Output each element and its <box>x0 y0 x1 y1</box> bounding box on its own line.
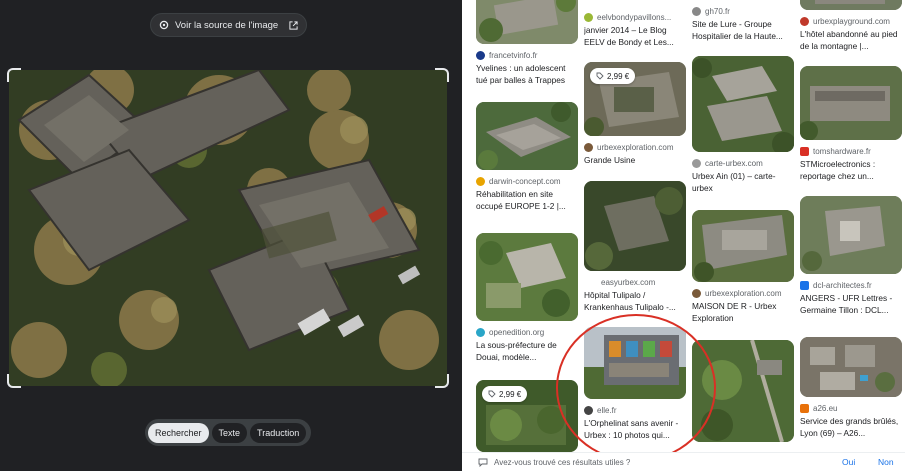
result-source: openedition.org <box>489 327 545 337</box>
result-thumbnail[interactable] <box>476 102 578 170</box>
lens-icon <box>159 20 169 30</box>
source-favicon <box>584 405 593 415</box>
result-source: elle.fr <box>597 405 617 415</box>
result-thumbnail[interactable] <box>584 327 686 399</box>
feedback-yes-button[interactable]: Oui <box>842 457 855 467</box>
result-card[interactable]: openedition.org La sous-préfecture de Do… <box>476 233 578 363</box>
result-source: gh70.fr <box>705 6 730 16</box>
result-card[interactable]: eelvbondypavillons... janvier 2014 – Le … <box>584 0 686 48</box>
view-source-label: Voir la source de l'image <box>175 19 279 31</box>
crop-handle-bottom-left[interactable] <box>7 374 21 388</box>
result-source: tomshardware.fr <box>813 146 871 156</box>
result-thumbnail[interactable] <box>692 56 794 152</box>
result-source: easyurbex.com <box>601 277 656 287</box>
mode-text-button[interactable]: Texte <box>211 422 248 443</box>
feedback-question: Avez-vous trouvé ces résultats utiles ? <box>494 457 631 467</box>
source-favicon <box>800 403 809 413</box>
result-thumbnail[interactable] <box>800 337 902 397</box>
result-source: carte-urbex.com <box>705 158 763 168</box>
source-favicon <box>476 327 485 337</box>
image-preview-panel: Voir la source de l'image Rechercher Tex… <box>0 0 462 471</box>
source-favicon <box>800 280 809 290</box>
price-tag-icon <box>488 390 496 398</box>
result-thumbnail[interactable] <box>692 340 794 442</box>
price-tag-icon <box>596 72 604 80</box>
result-card[interactable]: urbexexploration.com MAISON DE R - Urbex… <box>692 210 794 324</box>
view-source-button[interactable]: Voir la source de l'image <box>150 13 307 37</box>
result-thumbnail[interactable] <box>800 0 902 10</box>
feedback-no-button[interactable]: Non <box>878 457 894 467</box>
source-favicon <box>800 146 809 156</box>
result-source: urbexexploration.com <box>597 142 674 152</box>
price-badge: 2,99 € <box>590 68 636 84</box>
mode-search-button[interactable]: Rechercher <box>148 422 209 443</box>
source-favicon <box>584 12 593 22</box>
aerial-photo[interactable] <box>9 70 447 386</box>
result-title[interactable]: Urbex Ain (01) – carte-urbex <box>692 171 794 194</box>
source-favicon <box>584 142 593 152</box>
result-title[interactable]: La sous-préfecture de Douai, modèle... <box>476 340 578 363</box>
result-title[interactable]: L'hôtel abandonné au pied de la montagne… <box>800 29 902 52</box>
result-title[interactable]: Site de Lure - Groupe Hospitalier de la … <box>692 19 794 42</box>
visual-matches-grid: francetvinfo.fr Yvelines : un adolescent… <box>462 0 905 471</box>
result-source: a26.eu <box>813 403 838 413</box>
source-favicon <box>692 158 701 168</box>
result-title[interactable]: Yvelines : un adolescent tué par balles … <box>476 63 578 86</box>
price-value: 2,99 € <box>607 71 630 81</box>
result-card[interactable]: darwin-concept.com Réhabilitation en sit… <box>476 102 578 212</box>
mode-translate-button[interactable]: Traduction <box>250 422 307 443</box>
source-favicon <box>476 50 485 60</box>
result-source: dcl-architectes.fr <box>813 280 872 290</box>
lens-page: Voir la source de l'image Rechercher Tex… <box>0 0 905 471</box>
result-title[interactable]: janvier 2014 – Le Blog EELV de Bondy et … <box>584 25 686 48</box>
result-card[interactable]: gh70.fr Site de Lure - Groupe Hospitalie… <box>692 0 794 42</box>
crop-handle-bottom-right[interactable] <box>435 374 449 388</box>
result-source: darwin-concept.com <box>489 176 561 186</box>
result-card[interactable]: carte-urbex.com Urbex Ain (01) – carte-u… <box>692 56 794 194</box>
result-card[interactable]: urbexplayground.com L'hôtel abandonné au… <box>800 0 902 52</box>
result-thumbnail[interactable]: 2,99 € <box>584 62 686 136</box>
result-thumbnail[interactable]: 2,99 € <box>476 380 578 452</box>
source-favicon <box>476 176 485 186</box>
result-title[interactable]: MAISON DE R - Urbex Exploration <box>692 301 794 324</box>
result-card[interactable]: francetvinfo.fr Yvelines : un adolescent… <box>476 0 578 86</box>
result-card[interactable]: tomshardware.fr STMicroelectronics : rep… <box>800 66 902 182</box>
result-title[interactable]: Grande Usine <box>584 155 686 178</box>
result-title[interactable]: STMicroelectronics : reportage chez un..… <box>800 159 902 182</box>
result-thumbnail[interactable] <box>584 181 686 271</box>
mode-selector: Rechercher Texte Traduction <box>145 419 311 446</box>
source-favicon <box>692 288 701 298</box>
result-title[interactable]: ANGERS - UFR Lettres - Germaine Tillon :… <box>800 293 902 316</box>
result-title[interactable]: L'Orphelinat sans avenir - Urbex : 10 ph… <box>584 418 686 441</box>
result-card[interactable] <box>692 340 794 442</box>
result-source: urbexexploration.com <box>705 288 782 298</box>
feedback-bar: Avez-vous trouvé ces résultats utiles ? … <box>462 452 905 471</box>
result-thumbnail[interactable] <box>800 66 902 140</box>
crop-handle-top-right[interactable] <box>435 68 449 82</box>
feedback-icon <box>478 458 488 467</box>
result-thumbnail[interactable] <box>476 233 578 321</box>
price-value: 2,99 € <box>499 389 522 399</box>
result-source: francetvinfo.fr <box>489 50 538 60</box>
result-card[interactable]: easyurbex.com Hôpital Tulipalo / Kranken… <box>584 181 686 313</box>
result-source: urbexplayground.com <box>813 16 890 26</box>
result-title[interactable]: Service des grands brûlés, Lyon (69) – A… <box>800 416 902 439</box>
result-thumbnail[interactable] <box>692 210 794 282</box>
source-favicon <box>692 6 701 16</box>
result-card[interactable]: dcl-architectes.fr ANGERS - UFR Lettres … <box>800 196 902 316</box>
price-badge: 2,99 € <box>482 386 528 402</box>
result-card[interactable]: 2,99 € urbexexploration.com Grande Usine <box>584 62 686 178</box>
result-source: eelvbondypavillons... <box>597 12 672 22</box>
open-external-icon <box>289 20 298 30</box>
result-thumbnail[interactable] <box>800 196 902 274</box>
crop-handle-top-left[interactable] <box>7 68 21 82</box>
result-title[interactable]: Réhabilitation en site occupé EUROPE 1-2… <box>476 189 578 212</box>
source-favicon <box>800 16 809 26</box>
result-thumbnail[interactable] <box>476 0 578 44</box>
result-card[interactable]: a26.eu Service des grands brûlés, Lyon (… <box>800 337 902 439</box>
result-card[interactable]: 2,99 € <box>476 380 578 452</box>
result-card[interactable]: elle.fr L'Orphelinat sans avenir - Urbex… <box>584 327 686 441</box>
result-title[interactable]: Hôpital Tulipalo / Krankenhaus Tulipalo … <box>584 290 686 313</box>
